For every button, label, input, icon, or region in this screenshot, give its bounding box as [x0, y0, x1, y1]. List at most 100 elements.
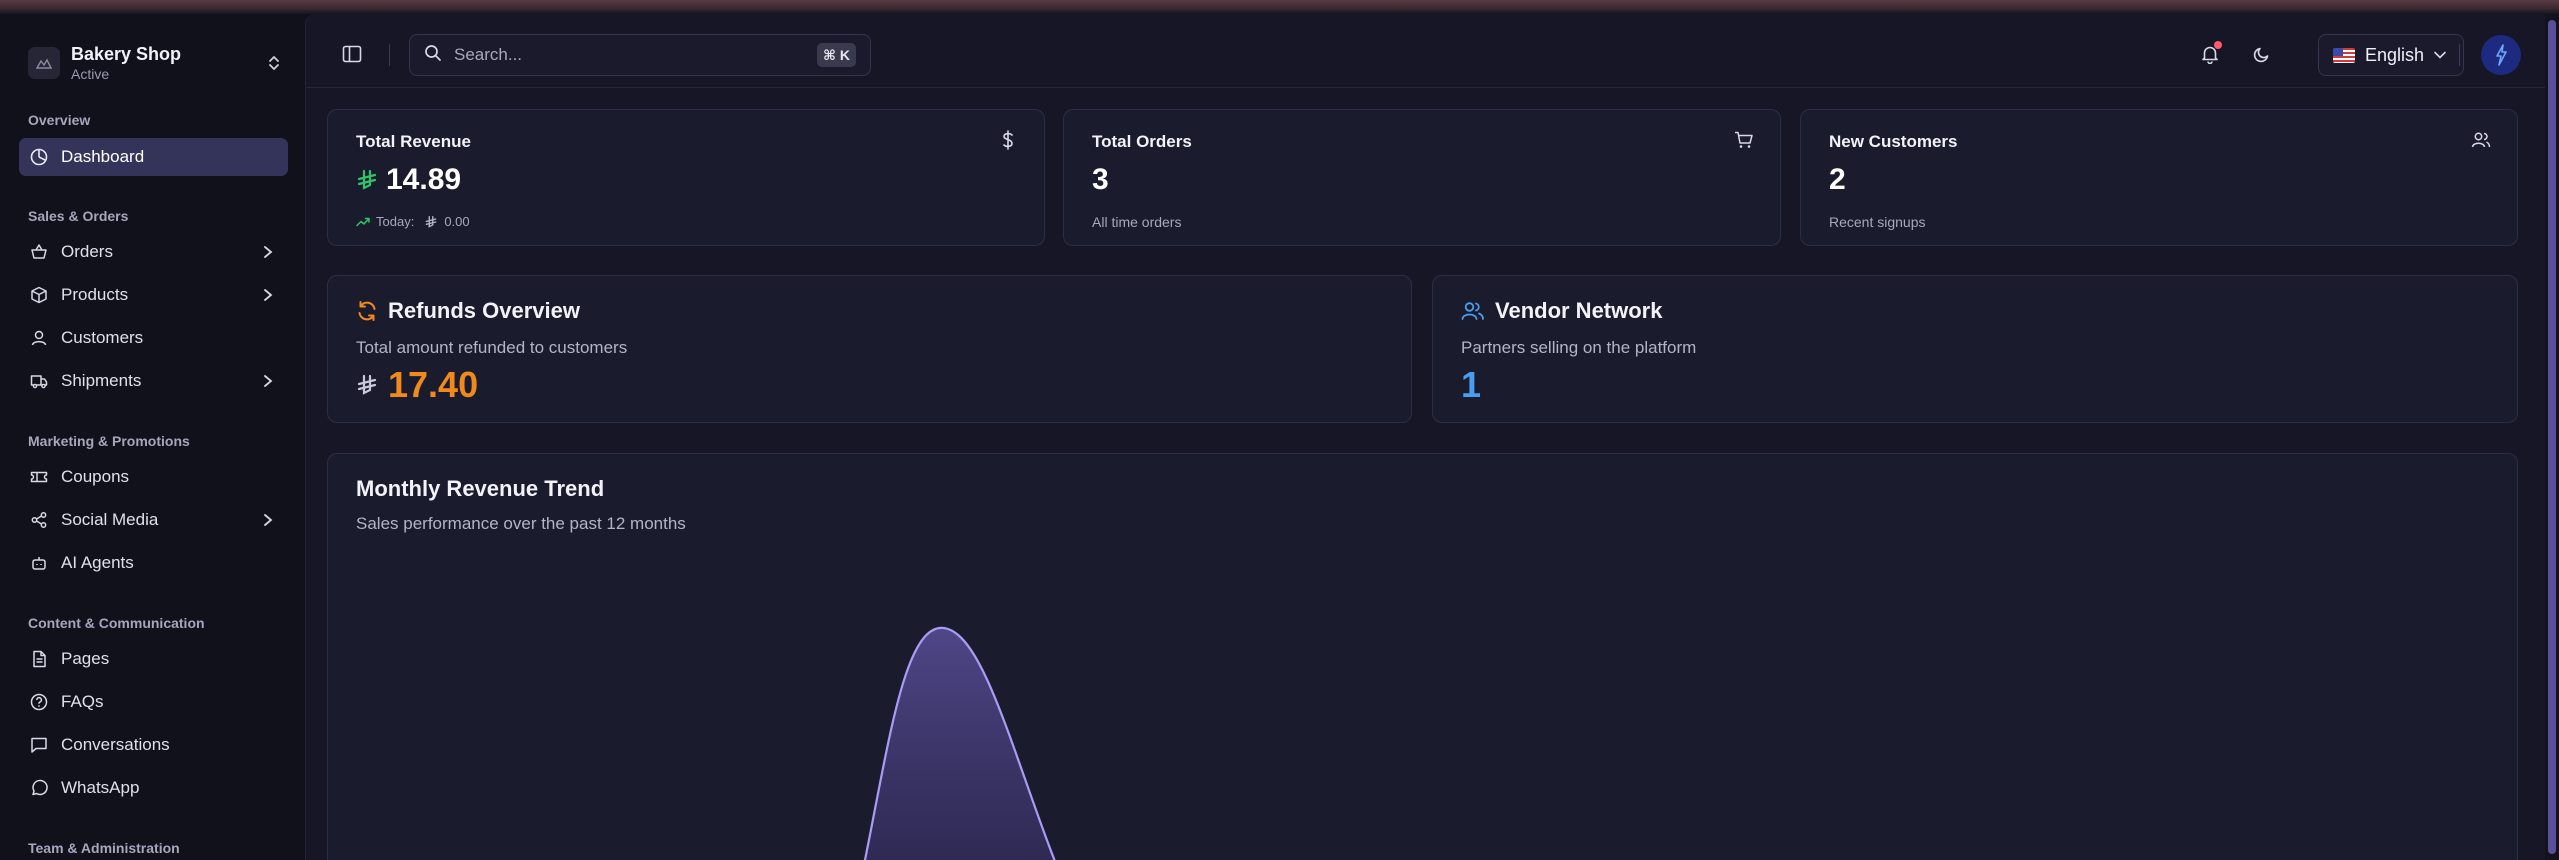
sidebar-item-label: FAQs [61, 692, 104, 711]
monthly-revenue-trend-card: Monthly Revenue Trend Sales performance … [327, 453, 2518, 860]
sidebar-item-label: Conversations [61, 735, 170, 754]
vendors-title-text: Vendor Network [1495, 298, 1663, 323]
chevron-right-icon [260, 243, 276, 261]
sidebar-item-pages[interactable]: Pages [19, 640, 288, 678]
currency-icon [424, 215, 438, 229]
chevron-right-icon [260, 511, 276, 529]
ticket-icon [29, 467, 49, 487]
currency-icon [356, 373, 378, 397]
new-customers-card: New Customers 2 Recent signups [1800, 109, 2518, 246]
chevrons-up-down-icon [265, 51, 283, 75]
scrollbar-thumb[interactable] [2548, 20, 2556, 854]
refunds-title-text: Refunds Overview [388, 298, 580, 323]
sidebar-item-label: Orders [61, 242, 113, 261]
customers-value: 2 [1829, 163, 1846, 196]
orders-sub: All time orders [1092, 214, 1182, 230]
page-scrollbar[interactable] [2545, 14, 2559, 860]
help-circle-icon [29, 692, 49, 712]
sidebar-item-label: Products [61, 285, 129, 304]
sidebar-item-label: Shipments [61, 371, 142, 390]
chevron-down-icon [2433, 48, 2447, 66]
sidebar-item-orders[interactable]: Orders [19, 233, 288, 271]
orders-value: 3 [1092, 163, 1109, 196]
user-icon [29, 328, 49, 348]
sidebar-item-products[interactable]: Products [19, 276, 288, 314]
store-logo-icon [28, 47, 60, 79]
truck-icon [29, 371, 49, 391]
vendor-network-card: Vendor Network Partners selling on the p… [1432, 275, 2518, 423]
bell-icon [2200, 41, 2222, 64]
panel-left-icon [342, 45, 362, 63]
moon-icon [2253, 47, 2269, 63]
sidebar-item-whatsapp[interactable]: WhatsApp [19, 769, 288, 807]
sidebar-item-customers[interactable]: Customers [19, 319, 288, 357]
language-select[interactable]: English [2318, 34, 2464, 76]
refunds-title: Refunds Overview [356, 298, 580, 324]
sidebar-item-dashboard[interactable]: Dashboard [19, 138, 288, 176]
sidebar-item-social-media[interactable]: Social Media [19, 501, 288, 539]
language-label: English [2365, 44, 2425, 65]
nav-section-marketing: Marketing & Promotions [28, 433, 190, 449]
today-label: Today: [376, 214, 415, 229]
vendors-desc: Partners selling on the platform [1461, 338, 1697, 357]
nav-section-sales: Sales & Orders [28, 208, 129, 224]
sidebar-item-label: Social Media [61, 510, 159, 529]
bot-icon [29, 553, 49, 573]
sidebar-item-label: AI Agents [61, 553, 134, 572]
card-title: Total Revenue [356, 132, 471, 151]
sidebar-item-coupons[interactable]: Coupons [19, 458, 288, 496]
today-value: 0.00 [444, 214, 470, 229]
us-flag-icon [2333, 47, 2355, 63]
vendors-title: Vendor Network [1461, 298, 1662, 324]
revenue-trend-chart [863, 626, 1056, 860]
refunds-amount: 17.40 [388, 364, 479, 405]
store-switcher[interactable]: Bakery Shop Active [28, 36, 283, 90]
cart-icon [1734, 130, 1754, 150]
refunds-overview-card: Refunds Overview Total amount refunded t… [327, 275, 1412, 423]
sidebar-item-label: WhatsApp [61, 778, 140, 797]
brand-avatar-icon [2496, 44, 2507, 66]
refunds-desc: Total amount refunded to customers [356, 338, 628, 357]
sidebar-toggle-button[interactable] [336, 38, 368, 70]
revenue-amount: 14.89 [386, 163, 462, 196]
nav-section-content: Content & Communication [28, 615, 205, 631]
users-icon [2471, 130, 2491, 150]
total-orders-card: Total Orders 3 All time orders [1063, 109, 1781, 246]
notifications-button[interactable] [2194, 38, 2226, 70]
box-icon [29, 285, 49, 305]
search-icon [424, 44, 442, 67]
sidebar-item-conversations[interactable]: Conversations [19, 726, 288, 764]
total-revenue-card: Total Revenue 14.89 Today: 0.00 [327, 109, 1045, 246]
revenue-today: Today: 0.00 [356, 214, 470, 229]
revenue-value: 14.89 [356, 163, 461, 197]
refresh-icon [356, 300, 378, 322]
user-avatar[interactable] [2481, 35, 2521, 75]
refunds-value: 17.40 [356, 364, 478, 406]
basket-icon [29, 242, 49, 262]
theme-toggle-button[interactable] [2246, 38, 2278, 70]
dollar-icon [998, 130, 1018, 150]
sidebar-item-label: Pages [61, 649, 110, 668]
sidebar-item-faqs[interactable]: FAQs [19, 683, 288, 721]
top-header: ⌘ K English [306, 14, 2546, 88]
trending-up-icon [356, 217, 370, 227]
browser-top-strip [0, 0, 2559, 14]
chevron-right-icon [260, 286, 276, 304]
nav-section-team: Team & Administration [28, 840, 180, 856]
vendors-value: 1 [1461, 364, 1482, 405]
users-icon [1461, 301, 1485, 321]
card-title: Total Orders [1092, 132, 1192, 151]
trend-area [865, 627, 1055, 860]
sidebar-item-shipments[interactable]: Shipments [19, 362, 288, 400]
chat-icon [29, 735, 49, 755]
share-icon [29, 510, 49, 530]
notification-dot [2214, 41, 2222, 49]
sidebar-item-ai-agents[interactable]: AI Agents [19, 544, 288, 582]
nav-section-overview: Overview [28, 112, 91, 128]
header-divider [389, 44, 390, 66]
sidebar-item-label: Dashboard [61, 147, 145, 166]
chevron-right-icon [260, 372, 276, 390]
search-box[interactable]: ⌘ K [409, 34, 871, 76]
search-input[interactable] [454, 45, 794, 65]
card-title: New Customers [1829, 132, 1958, 151]
